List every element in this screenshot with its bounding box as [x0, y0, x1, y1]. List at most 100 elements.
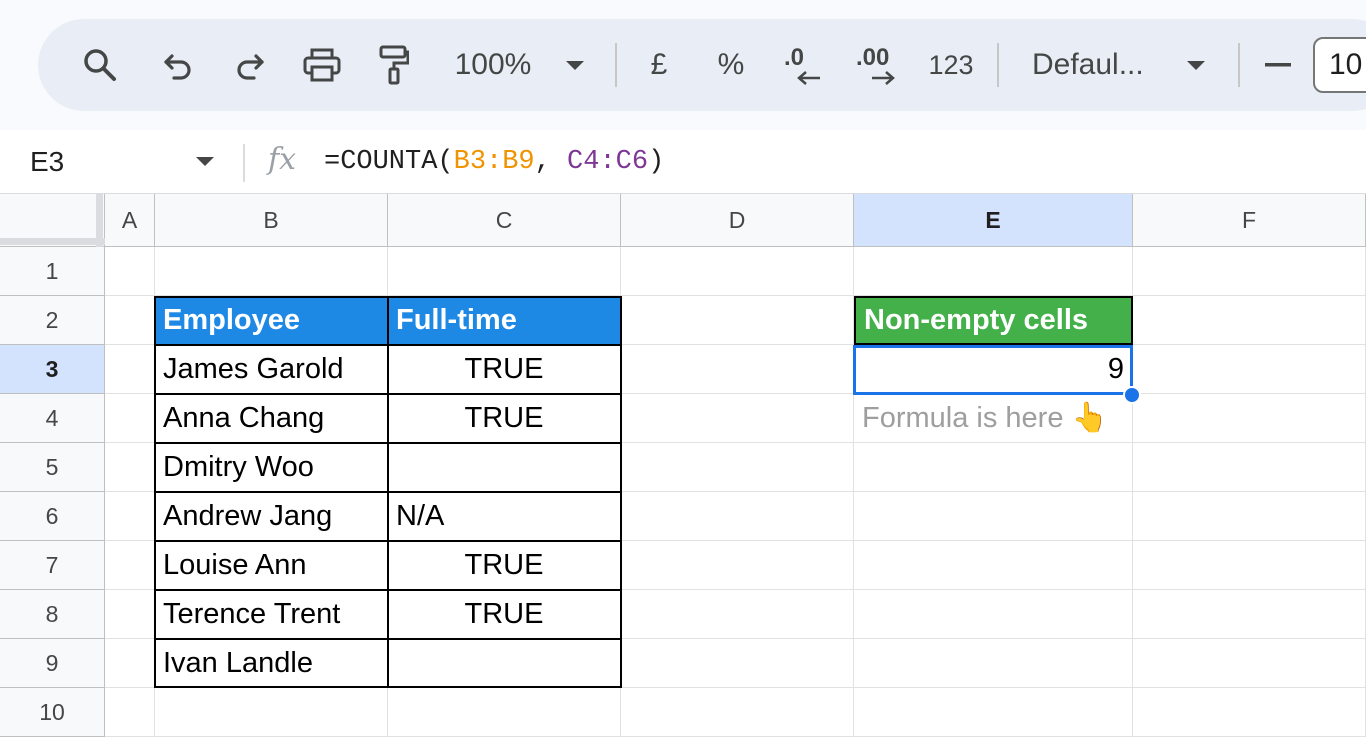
grid-cell[interactable] [155, 688, 388, 737]
search-icon[interactable] [78, 19, 122, 111]
font-chevron-down-icon[interactable] [1184, 19, 1208, 111]
grid-cell[interactable] [155, 247, 388, 296]
row-header-5[interactable]: 5 [0, 443, 105, 492]
row-header-8[interactable]: 8 [0, 590, 105, 639]
grid-cell[interactable] [105, 345, 155, 394]
grid-cell[interactable] [1133, 688, 1366, 737]
grid-cell[interactable] [105, 590, 155, 639]
table-cell-full-time[interactable]: TRUE [388, 345, 621, 394]
column-header-d[interactable]: D [621, 194, 854, 247]
row-header-1[interactable]: 1 [0, 247, 105, 296]
grid-cell[interactable] [854, 639, 1133, 688]
name-box[interactable]: E3 [30, 130, 64, 194]
grid-cell[interactable] [105, 443, 155, 492]
table-cell-employee[interactable]: Terence Trent [155, 590, 388, 639]
grid-cell[interactable] [1133, 296, 1366, 345]
grid-cell[interactable] [621, 590, 854, 639]
grid-cell[interactable] [105, 541, 155, 590]
table-cell-full-time[interactable] [388, 639, 621, 688]
column-header-e[interactable]: E [854, 194, 1133, 247]
table-cell-employee[interactable]: Louise Ann [155, 541, 388, 590]
grid-cell[interactable] [621, 688, 854, 737]
grid-cell[interactable] [854, 590, 1133, 639]
font-family-value: Defaul... [1032, 48, 1144, 81]
table-cell-full-time[interactable]: TRUE [388, 541, 621, 590]
redo-icon[interactable] [228, 19, 272, 111]
table-cell-employee[interactable]: Ivan Landle [155, 639, 388, 688]
table-cell-employee[interactable]: Anna Chang [155, 394, 388, 443]
result-header[interactable]: Non-empty cells [854, 296, 1133, 345]
table-cell-employee[interactable]: Andrew Jang [155, 492, 388, 541]
grid-cell[interactable] [621, 247, 854, 296]
table-cell-employee[interactable]: Dmitry Woo [155, 443, 388, 492]
increase-decimal-icon: .00 [854, 40, 902, 90]
grid-cell[interactable] [621, 492, 854, 541]
row-header-7[interactable]: 7 [0, 541, 105, 590]
table-cell-full-time[interactable] [388, 443, 621, 492]
percent-format-button[interactable]: % [714, 19, 748, 111]
column-header-a[interactable]: A [105, 194, 155, 247]
fill-handle[interactable] [1123, 386, 1141, 404]
decrease-decimal-button[interactable]: .0 [780, 19, 828, 111]
column-header-b[interactable]: B [155, 194, 388, 247]
formula-input[interactable]: =COUNTA(B3:B9, C4:C6) [324, 130, 664, 194]
grid-cell[interactable] [621, 345, 854, 394]
print-icon[interactable] [300, 19, 344, 111]
font-family-select[interactable]: Defaul... [1032, 19, 1162, 111]
row-header-10[interactable]: 10 [0, 688, 105, 737]
more-formats-button[interactable]: 123 [926, 19, 976, 111]
font-size-input[interactable]: 10 [1313, 37, 1366, 93]
row-header-9[interactable]: 9 [0, 639, 105, 688]
column-header-c[interactable]: C [388, 194, 621, 247]
grid-cell[interactable] [854, 443, 1133, 492]
zoom-chevron-down-icon[interactable] [563, 19, 587, 111]
row-header-6[interactable]: 6 [0, 492, 105, 541]
grid-cell[interactable] [621, 296, 854, 345]
grid-cell[interactable] [105, 688, 155, 737]
select-all-corner[interactable] [0, 194, 105, 247]
grid-cell[interactable] [1133, 247, 1366, 296]
zoom-select[interactable]: 100% [448, 19, 538, 111]
grid-cell[interactable] [621, 443, 854, 492]
row-header-4[interactable]: 4 [0, 394, 105, 443]
paint-format-icon[interactable] [374, 19, 414, 111]
table-cell-employee[interactable]: James Garold [155, 345, 388, 394]
grid-cell[interactable] [621, 541, 854, 590]
currency-format-button[interactable]: £ [644, 19, 674, 111]
grid-cell[interactable] [1133, 492, 1366, 541]
grid-cell[interactable] [105, 639, 155, 688]
grid-cell[interactable] [105, 296, 155, 345]
grid-cell[interactable] [854, 541, 1133, 590]
row-header-3[interactable]: 3 [0, 345, 105, 394]
table-cell-full-time[interactable]: TRUE [388, 590, 621, 639]
table-cell-full-time[interactable]: N/A [388, 492, 621, 541]
grid-cell[interactable] [388, 247, 621, 296]
grid-cell[interactable] [854, 247, 1133, 296]
name-box-chevron-down-icon[interactable] [196, 157, 214, 166]
table-cell-full-time[interactable]: TRUE [388, 394, 621, 443]
table-header-employee[interactable]: Employee [155, 296, 388, 345]
grid-cell[interactable] [1133, 394, 1366, 443]
table-header-full-time[interactable]: Full-time [388, 296, 621, 345]
grid-cell[interactable] [105, 247, 155, 296]
increase-decimal-button[interactable]: .00 [854, 19, 902, 111]
grid-cell[interactable] [388, 688, 621, 737]
undo-icon[interactable] [156, 19, 200, 111]
grid-cell[interactable] [1133, 443, 1366, 492]
row-header-2[interactable]: 2 [0, 296, 105, 345]
table-divider [154, 393, 622, 395]
grid-cell[interactable] [1133, 541, 1366, 590]
column-header-f[interactable]: F [1133, 194, 1366, 247]
result-value-cell[interactable]: 9 [854, 345, 1133, 394]
grid-cell[interactable] [105, 394, 155, 443]
grid-cell[interactable] [1133, 345, 1366, 394]
grid-cell[interactable] [854, 688, 1133, 737]
grid-cell[interactable] [105, 492, 155, 541]
grid-cell[interactable] [854, 492, 1133, 541]
grid-cell[interactable] [1133, 639, 1366, 688]
decrease-font-size-button[interactable] [1260, 19, 1296, 111]
grid-cell[interactable] [1133, 590, 1366, 639]
grid-cell[interactable] [621, 394, 854, 443]
font-size-value: 10 [1329, 48, 1363, 81]
grid-cell[interactable] [621, 639, 854, 688]
